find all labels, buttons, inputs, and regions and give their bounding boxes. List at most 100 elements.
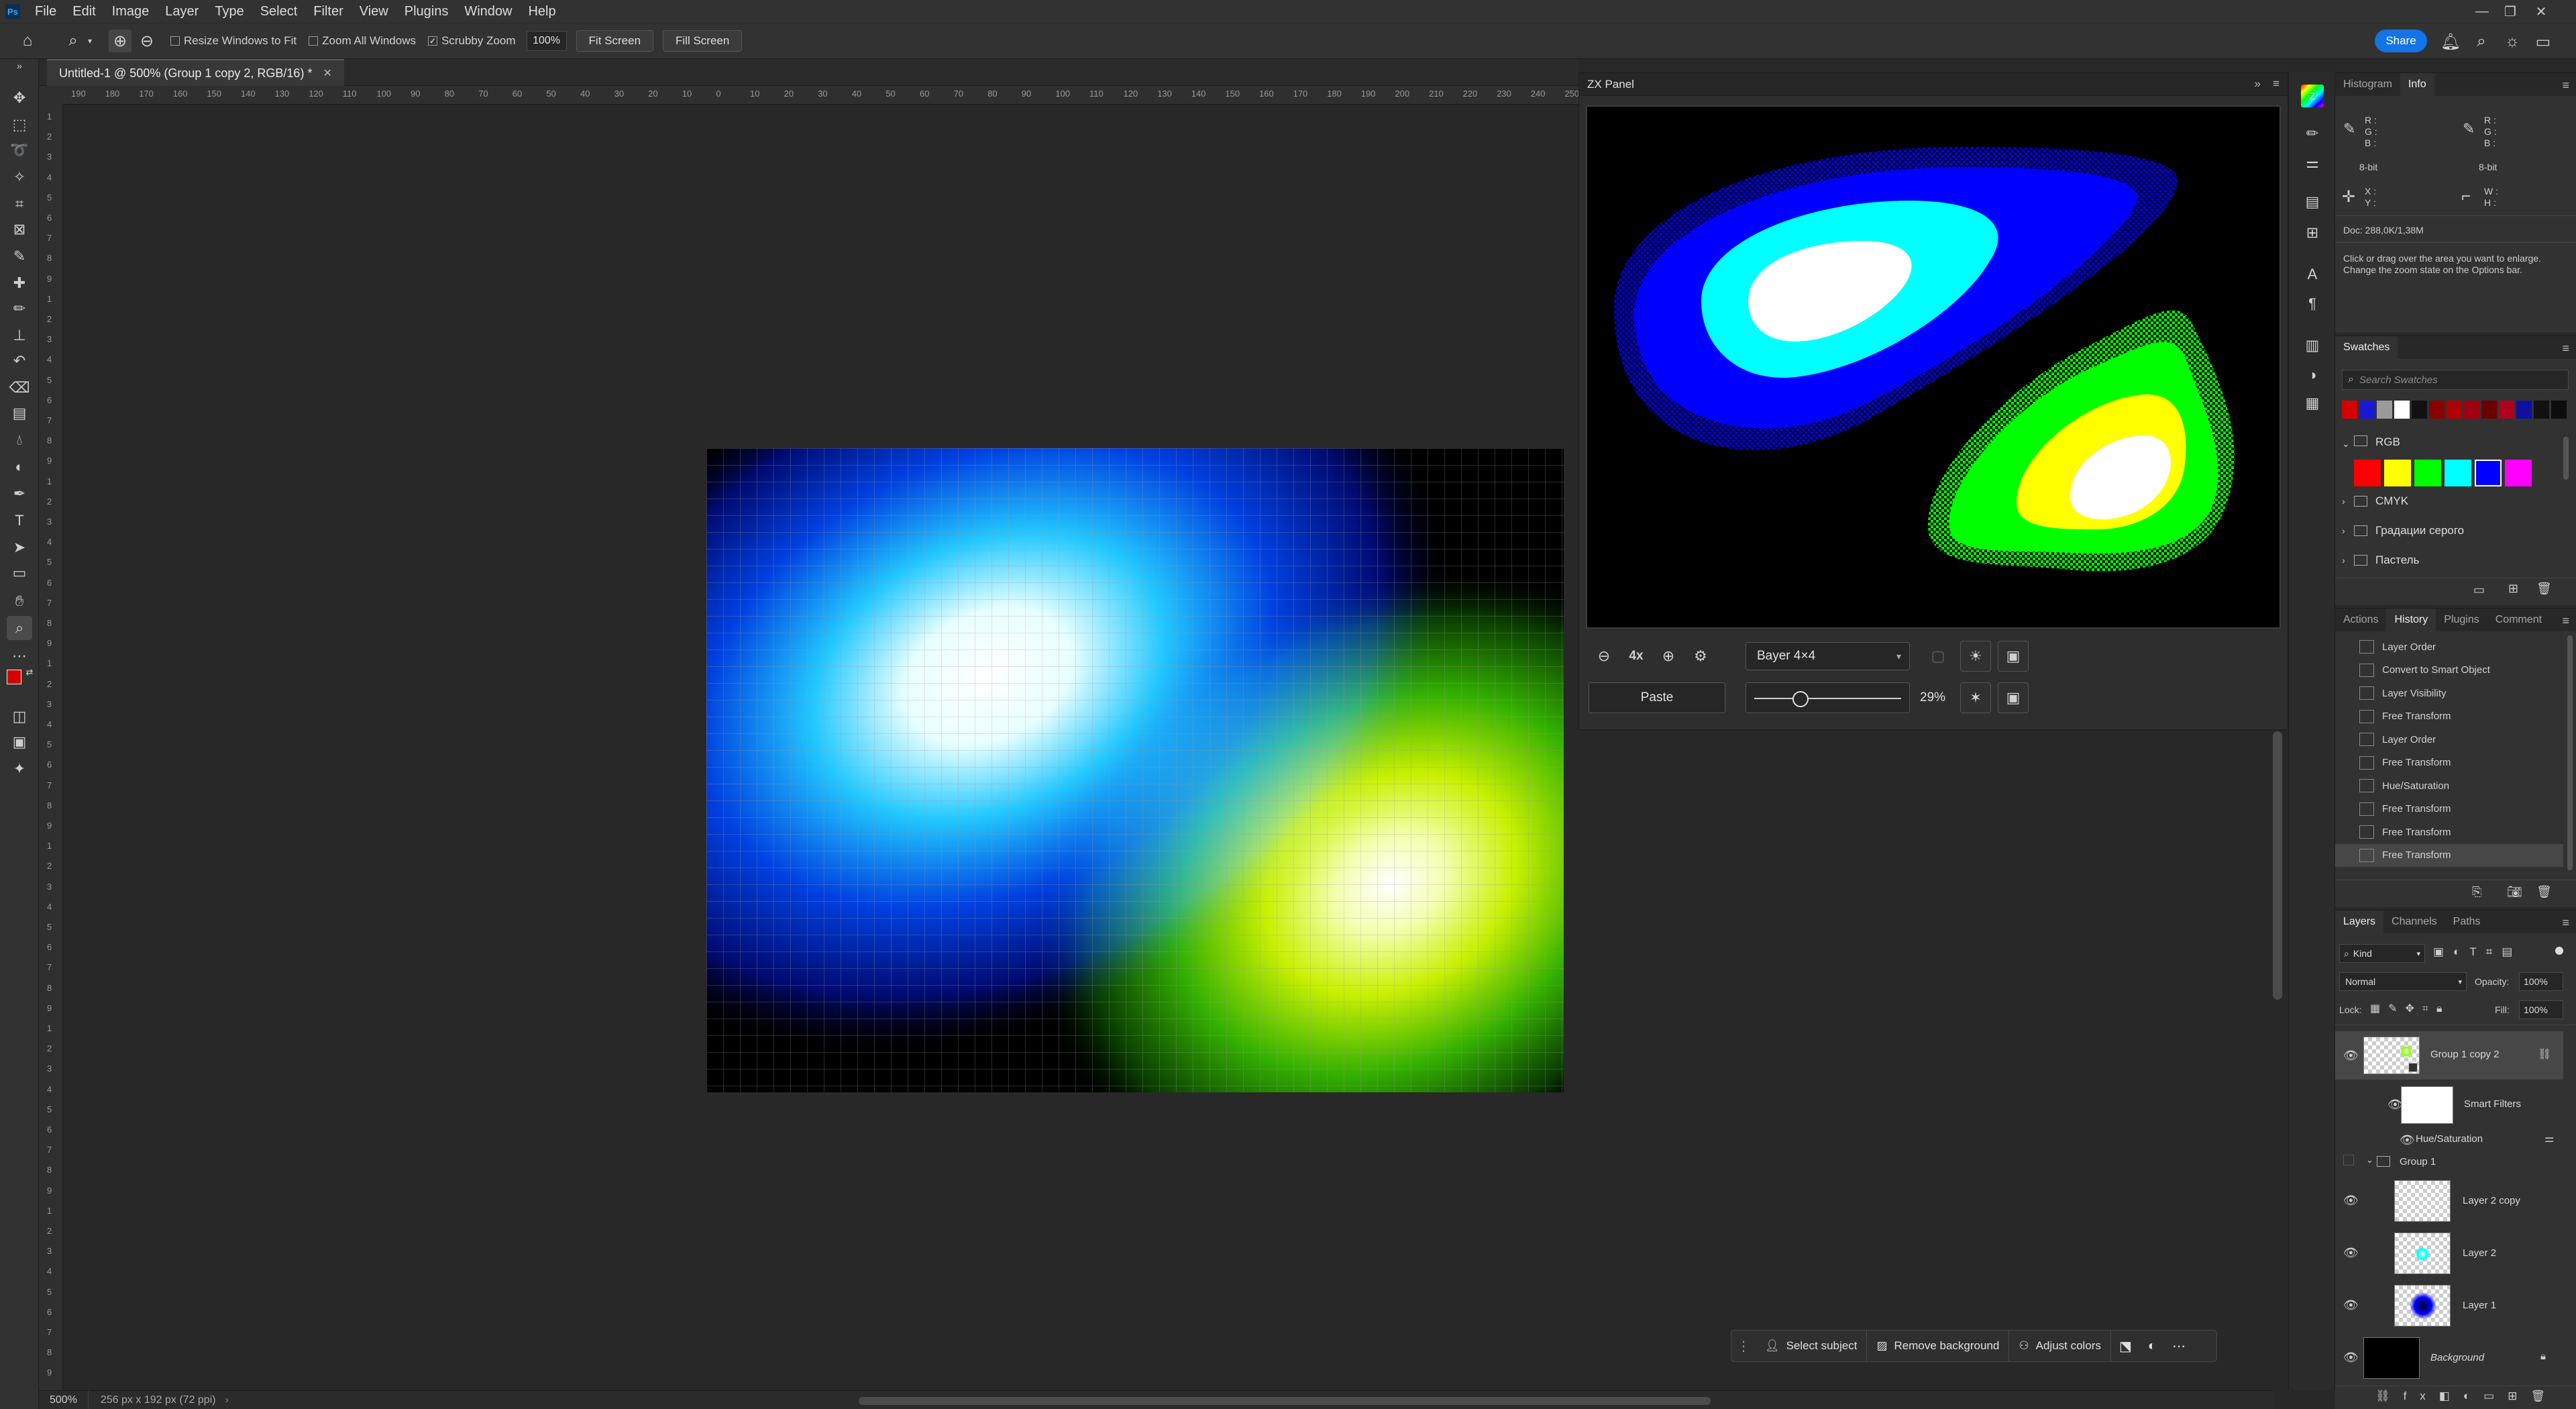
photoshop-logo-icon[interactable]: Ps — [5, 4, 20, 19]
layer-filter-icons[interactable]: ▣◐T⌗▤ — [2433, 945, 2522, 959]
close-window-icon[interactable]: ✕ — [2528, 0, 2555, 23]
history-brush-tool-icon[interactable]: ↶ — [7, 349, 32, 373]
eye-icon[interactable]: 👁︎ — [2343, 1246, 2359, 1260]
rgb-swatch[interactable] — [2354, 460, 2381, 486]
menu-type[interactable]: Type — [207, 0, 252, 23]
generative-fill-icon[interactable]: ✦ — [7, 757, 32, 781]
chevron-right-icon[interactable]: › — [2342, 496, 2345, 507]
tab-plugins[interactable]: Plugins — [2436, 609, 2487, 631]
new-swatch-icon[interactable]: ⊞ — [2508, 582, 2518, 596]
filter-toggle-icon[interactable] — [2555, 947, 2563, 955]
swap-colors-icon[interactable]: ⇄ — [24, 667, 35, 678]
recent-swatch[interactable] — [2394, 401, 2410, 419]
rgb-swatch[interactable] — [2505, 460, 2532, 486]
chevron-right-icon[interactable]: › — [225, 1394, 229, 1406]
vertical-ruler[interactable]: 1 2 3 4 5 6 7 8 9 1 2 3 4 5 6 7 8 9 1 2 3 4 5 6 7 8 9 1 2 3 4 5 6 7 8 9 1 2 3 4… — [39, 105, 63, 1390]
search-icon[interactable]: ⌕ — [2470, 30, 2493, 53]
more-tools-icon[interactable]: ⋯ — [7, 644, 32, 668]
preview-monitor-icon[interactable]: ▣ — [1998, 641, 2029, 672]
blur-tool-icon[interactable]: 💧︎ — [7, 428, 32, 452]
rectangle-tool-icon[interactable]: ▭ — [7, 561, 32, 585]
type-tool-icon[interactable]: T — [7, 509, 32, 533]
menu-file[interactable]: File — [27, 0, 64, 23]
zoom-all-windows-checkbox[interactable]: Zoom All Windows — [309, 34, 416, 48]
slider-thumb[interactable] — [1792, 691, 1809, 707]
eyedropper-tool-icon[interactable]: ✎ — [7, 244, 32, 268]
tab-histogram[interactable]: Histogram — [2335, 73, 2400, 96]
tab-history[interactable]: History — [2386, 609, 2436, 631]
eye-icon[interactable]: 👁︎ — [2343, 1049, 2359, 1063]
libraries-icon[interactable]: ▥ — [2301, 334, 2324, 357]
history-item[interactable]: Layer Order — [2335, 635, 2563, 658]
screen-mode-icon[interactable]: ▣ — [7, 730, 32, 754]
select-subject-button[interactable]: 👤︎ Select subject — [1756, 1330, 1868, 1362]
history-item[interactable]: Free Transform — [2335, 821, 2563, 843]
transform-icon[interactable]: ⬔ — [2111, 1338, 2140, 1355]
layer-row-smart-filters[interactable]: 👁︎ Smart Filters — [2335, 1080, 2563, 1129]
panel-menu-icon[interactable]: ≡ — [2562, 342, 2569, 356]
rgb-swatch[interactable] — [2414, 460, 2441, 486]
magic-wand-tool-icon[interactable]: ✧ — [7, 165, 32, 189]
menu-view[interactable]: View — [352, 0, 396, 23]
close-tab-icon[interactable]: ✕ — [323, 66, 331, 80]
menu-layer[interactable]: Layer — [157, 0, 207, 23]
new-group-icon[interactable]: ▭ — [2473, 583, 2485, 597]
zoom-tool-preset-icon[interactable]: ⌕ — [62, 30, 85, 52]
settings-sliders-icon[interactable]: ⚙ — [1685, 641, 1716, 672]
filter-options-icon[interactable]: ⚌ — [2544, 1132, 2554, 1145]
chevron-down-icon[interactable]: ⌄ — [2342, 438, 2350, 450]
layer-row-layer2copy[interactable]: 👁︎ Layer 2 copy — [2335, 1175, 2563, 1227]
swatch-group-cmyk[interactable]: CMYK — [2375, 494, 2408, 508]
resize-windows-checkbox[interactable]: Resize Windows to Fit — [170, 34, 297, 48]
history-item[interactable]: Layer Order — [2335, 728, 2563, 751]
layer-row-layer1[interactable]: 👁︎ Layer 1 — [2335, 1280, 2563, 1332]
recent-swatch[interactable] — [2534, 401, 2549, 419]
history-item[interactable]: Convert to Smart Object — [2335, 659, 2563, 682]
zoom-in-icon[interactable]: ⊕ — [1653, 641, 1684, 672]
recent-swatch[interactable] — [2464, 401, 2479, 419]
path-selection-tool-icon[interactable]: ➤ — [7, 535, 32, 560]
more-options-icon[interactable]: ⋯ — [2164, 1338, 2194, 1355]
workspace-icon[interactable]: ▭ — [2532, 30, 2555, 53]
swatch-group-rgb[interactable]: RGB — [2375, 435, 2400, 449]
recent-swatch[interactable] — [2429, 401, 2445, 419]
zoom-tool-icon[interactable]: ⌕ — [7, 616, 32, 640]
opacity-input[interactable]: 100% — [2519, 972, 2563, 991]
zoom-out-icon[interactable]: ⊖ — [1589, 641, 1619, 672]
scrubby-zoom-checkbox[interactable]: ✓ Scrubby Zoom — [428, 34, 516, 48]
marquee-tool-icon[interactable]: ⬚ — [7, 113, 32, 137]
history-item[interactable]: Free Transform — [2335, 798, 2563, 821]
threshold-slider[interactable] — [1746, 682, 1910, 713]
vertical-scrollbar[interactable] — [2273, 731, 2282, 1000]
color-icon[interactable]: ◑ — [2301, 364, 2324, 386]
tab-paths[interactable]: Paths — [2445, 910, 2489, 933]
layer-row-group1[interactable]: ⌄ Group 1 — [2335, 1151, 2563, 1175]
horizontal-ruler[interactable]: 190 180 170 160 150 140 130 120 110 100 90 80 70 60 50… — [63, 86, 1578, 105]
bell-icon[interactable]: 🔔︎ — [2439, 30, 2462, 53]
rgb-swatch[interactable] — [2384, 460, 2411, 486]
lasso-tool-icon[interactable]: ➰ — [7, 138, 32, 162]
menu-help[interactable]: Help — [520, 0, 564, 23]
grid-icon[interactable]: ⊞ — [2301, 221, 2324, 244]
properties-icon[interactable]: ▤ — [2301, 191, 2324, 213]
swatches-scrollbar[interactable] — [2563, 437, 2569, 480]
zoom-value-input[interactable]: 100% — [526, 31, 567, 51]
recent-swatch[interactable] — [2377, 401, 2392, 419]
recent-swatch[interactable] — [2499, 401, 2514, 419]
rgb-swatch[interactable] — [2475, 460, 2502, 486]
dither-mode-select[interactable]: Bayer 4×4 ▾ — [1746, 642, 1910, 670]
recent-swatch[interactable] — [2551, 401, 2567, 419]
delete-icon[interactable]: 🗑︎ — [2536, 582, 2552, 596]
learn-icon[interactable]: ▦ — [2301, 392, 2324, 415]
history-item[interactable]: Free Transform — [2335, 843, 2563, 867]
panel-menu-icon[interactable]: ≡ — [2562, 79, 2569, 93]
crop-tool-icon[interactable]: ⌗ — [7, 192, 32, 216]
swatch-group-grayscale[interactable]: Градации серого — [2375, 524, 2464, 537]
chevron-right-icon[interactable]: › — [2342, 525, 2345, 536]
quick-mask-icon[interactable]: ◫ — [7, 704, 32, 729]
fill-input[interactable]: 100% — [2519, 1000, 2563, 1019]
eye-icon[interactable]: 👁︎ — [2343, 1351, 2359, 1365]
panel-menu-icon[interactable]: ≡ — [2273, 77, 2279, 91]
collapse-icon[interactable]: » — [7, 60, 32, 71]
export-monitor-icon[interactable]: ▣ — [1998, 682, 2029, 713]
